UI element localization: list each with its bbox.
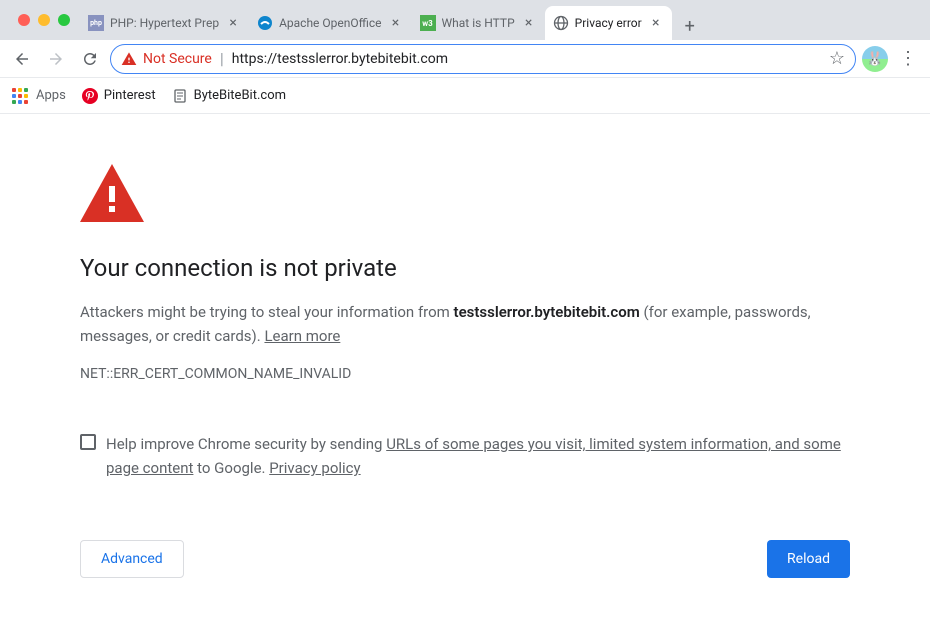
error-code: NET::ERR_CERT_COMMON_NAME_INVALID bbox=[80, 366, 850, 382]
learn-more-link[interactable]: Learn more bbox=[264, 327, 340, 345]
favicon-globe-icon bbox=[553, 15, 569, 31]
tab-title: Privacy error bbox=[575, 16, 642, 30]
tab-title: PHP: Hypertext Prep bbox=[110, 16, 219, 30]
bookmark-label: ByteBiteBit.com bbox=[194, 88, 286, 103]
opt-in-checkbox[interactable] bbox=[80, 434, 96, 450]
tab-close-button[interactable]: × bbox=[521, 15, 537, 31]
window-minimize-button[interactable] bbox=[38, 14, 50, 26]
favicon-php-icon: php bbox=[88, 15, 104, 31]
reload-button[interactable] bbox=[76, 45, 104, 73]
error-page-content: Your connection is not private Attackers… bbox=[0, 114, 930, 608]
not-secure-label: Not Secure bbox=[143, 51, 212, 67]
reload-page-button[interactable]: Reload bbox=[767, 540, 850, 578]
favicon-openoffice-icon bbox=[257, 15, 273, 31]
bookmarks-bar: Apps Pinterest ByteBiteBit.com bbox=[0, 78, 930, 114]
bookmark-bytebitebit[interactable]: ByteBiteBit.com bbox=[172, 88, 286, 104]
forward-button[interactable] bbox=[42, 45, 70, 73]
tab-openoffice[interactable]: Apache OpenOffice × bbox=[249, 6, 411, 40]
address-bar[interactable]: Not Secure | https://testsslerror.bytebi… bbox=[110, 44, 856, 74]
large-warning-icon bbox=[80, 164, 850, 226]
bookmark-star-icon[interactable]: ☆ bbox=[829, 48, 845, 69]
back-button[interactable] bbox=[8, 45, 36, 73]
tab-close-button[interactable]: × bbox=[388, 15, 404, 31]
tab-php[interactable]: php PHP: Hypertext Prep × bbox=[80, 6, 249, 40]
error-domain: testsslerror.bytebitebit.com bbox=[454, 303, 640, 321]
apps-grid-icon bbox=[12, 88, 28, 104]
window-close-button[interactable] bbox=[18, 14, 30, 26]
pinterest-icon bbox=[82, 88, 98, 104]
omnibox-divider: | bbox=[220, 49, 224, 68]
advanced-button[interactable]: Advanced bbox=[80, 540, 184, 578]
tab-bar: php PHP: Hypertext Prep × Apache OpenOff… bbox=[0, 0, 930, 40]
tab-http[interactable]: w3 What is HTTP × bbox=[412, 6, 545, 40]
tab-privacy-error[interactable]: Privacy error × bbox=[545, 6, 672, 40]
tab-title: Apache OpenOffice bbox=[279, 16, 381, 30]
error-description: Attackers might be trying to steal your … bbox=[80, 300, 850, 348]
url-input[interactable]: https://testsslerror.bytebitebit.com bbox=[232, 51, 821, 67]
security-indicator[interactable]: Not Secure bbox=[121, 51, 212, 67]
apps-label: Apps bbox=[36, 88, 66, 103]
chrome-menu-button[interactable]: ⋮ bbox=[894, 45, 922, 73]
opt-in-label: Help improve Chrome security by sending … bbox=[106, 432, 850, 480]
tabs-container: php PHP: Hypertext Prep × Apache OpenOff… bbox=[80, 0, 930, 40]
new-tab-button[interactable]: + bbox=[676, 12, 704, 40]
bookmark-label: Pinterest bbox=[104, 88, 156, 103]
page-icon bbox=[172, 88, 188, 104]
tab-title: What is HTTP bbox=[442, 16, 515, 30]
apps-button[interactable]: Apps bbox=[12, 88, 66, 104]
bookmark-pinterest[interactable]: Pinterest bbox=[82, 88, 156, 104]
error-heading: Your connection is not private bbox=[80, 254, 850, 282]
opt-in-row: Help improve Chrome security by sending … bbox=[80, 432, 850, 480]
tab-close-button[interactable]: × bbox=[225, 15, 241, 31]
favicon-w3-icon: w3 bbox=[420, 15, 436, 31]
window-maximize-button[interactable] bbox=[58, 14, 70, 26]
profile-avatar[interactable]: 🐰 bbox=[862, 46, 888, 72]
window-controls bbox=[8, 14, 80, 26]
toolbar: Not Secure | https://testsslerror.bytebi… bbox=[0, 40, 930, 78]
button-row: Advanced Reload bbox=[80, 540, 850, 578]
privacy-policy-link[interactable]: Privacy policy bbox=[269, 459, 360, 477]
tab-close-button[interactable]: × bbox=[648, 15, 664, 31]
warning-triangle-icon bbox=[121, 51, 137, 67]
